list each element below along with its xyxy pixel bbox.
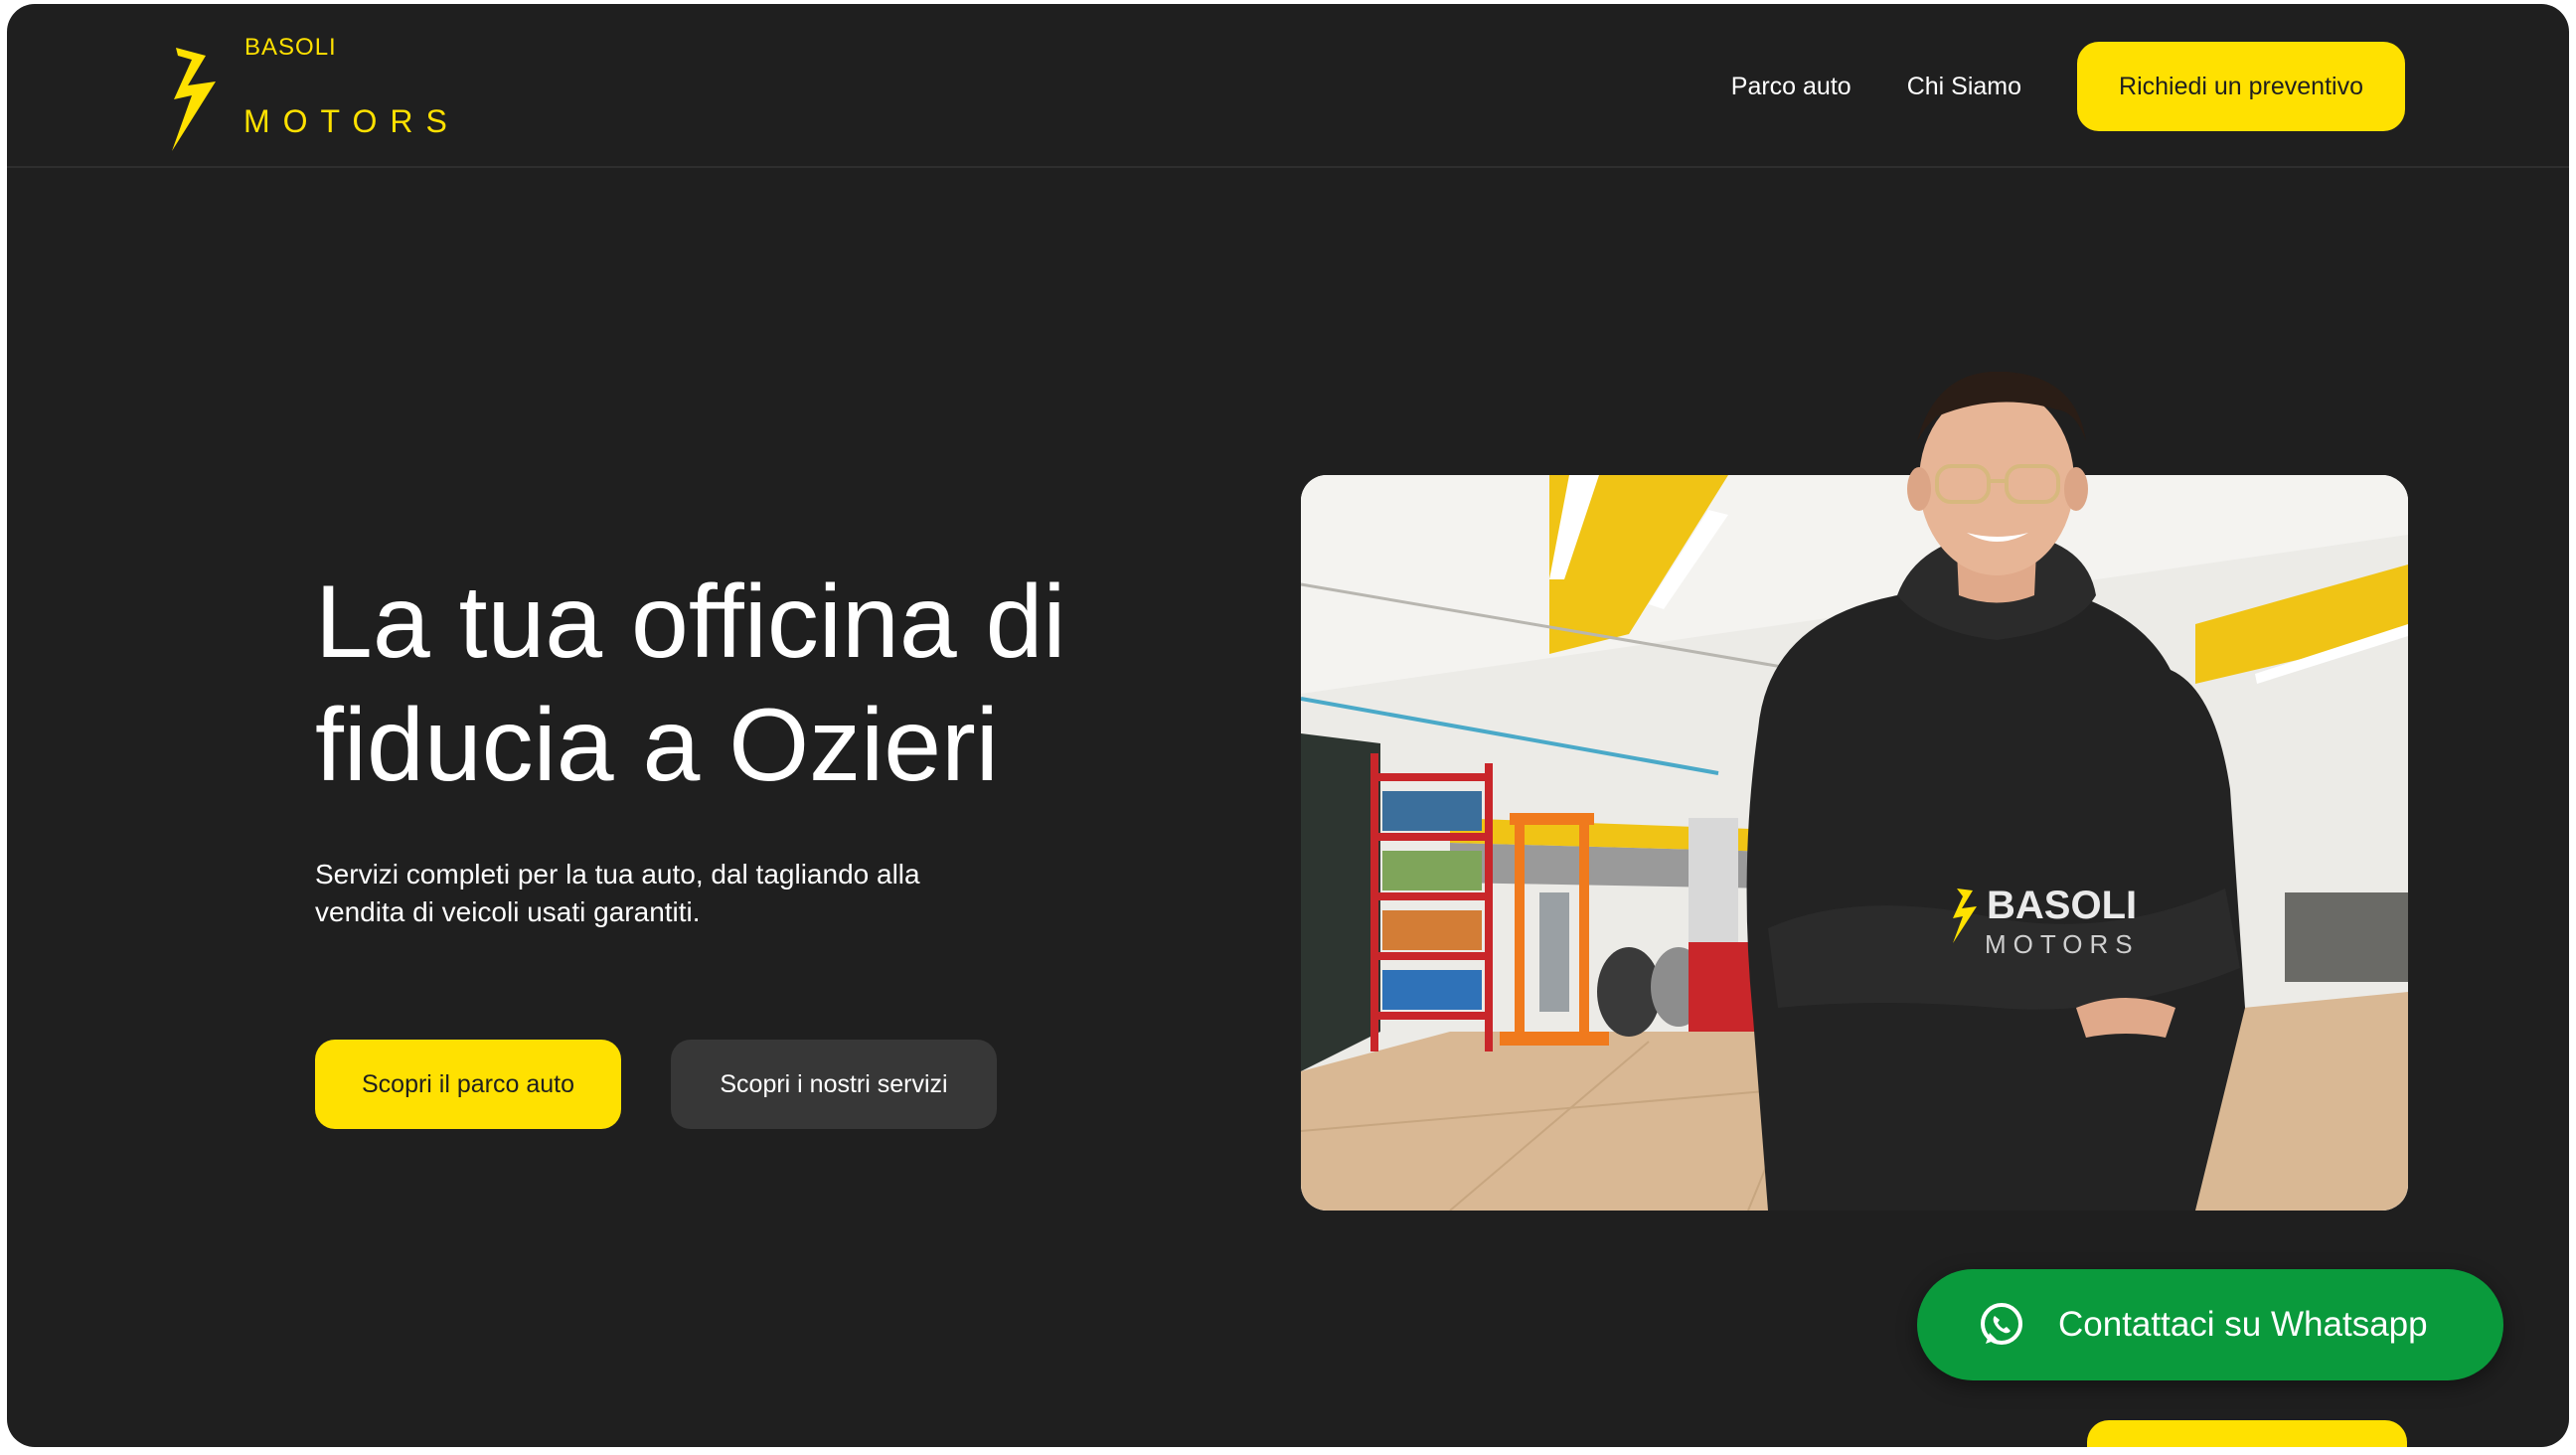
brand-logo[interactable]: BASOLI MOTORS — [166, 34, 484, 153]
site-header: BASOLI MOTORS Parco auto Chi Siamo Richi… — [7, 4, 2569, 168]
request-quote-button[interactable]: Richiedi un preventivo — [2077, 42, 2405, 131]
hero-subtitle: Servizi completi per la tua auto, dal ta… — [315, 859, 920, 927]
nav-link-chi-siamo[interactable]: Chi Siamo — [1907, 73, 2021, 101]
main-nav: Parco auto Chi Siamo Richiedi un prevent… — [1731, 42, 2405, 131]
whatsapp-label: Contattaci su Whatsapp — [2058, 1305, 2428, 1344]
whatsapp-contact-button[interactable]: Contattaci su Whatsapp — [1917, 1269, 2503, 1380]
next-section-button[interactable] — [2087, 1420, 2407, 1447]
logo-text-motors: MOTORS — [243, 103, 460, 139]
nav-link-parco-auto[interactable]: Parco auto — [1731, 73, 1852, 101]
lightning-bolt-icon — [172, 48, 216, 151]
discover-cars-button[interactable]: Scopri il parco auto — [315, 1040, 621, 1129]
discover-services-button[interactable]: Scopri i nostri servizi — [671, 1040, 997, 1129]
whatsapp-icon — [1981, 1303, 2022, 1345]
hero-title: La tua officina di fiducia a Ozieri — [315, 565, 1066, 803]
hero-photo-garage — [1301, 475, 2408, 1211]
garage-illustration — [1301, 475, 2408, 1211]
logo-text-basoli: BASOLI — [244, 34, 337, 61]
page-frame: BASOLI MOTORS Parco auto Chi Siamo Richi… — [7, 4, 2569, 1447]
